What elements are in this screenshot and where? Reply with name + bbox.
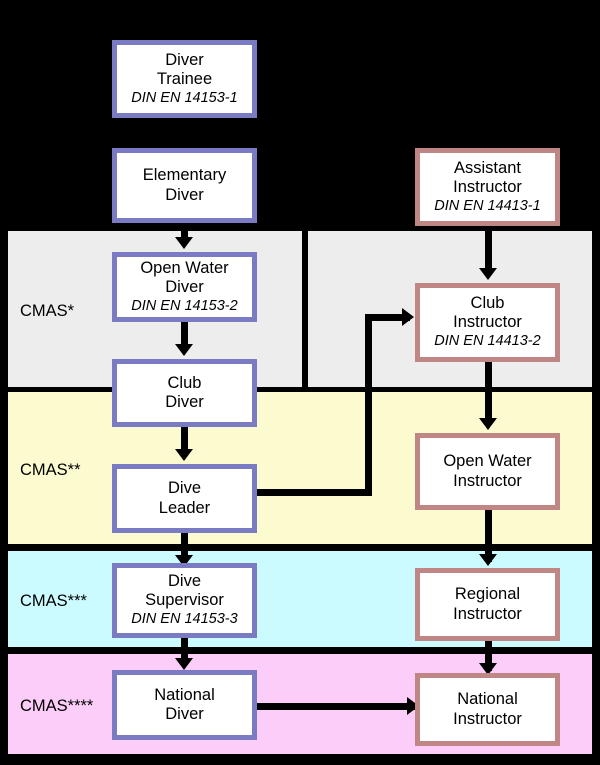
edge-diveleader-to-clubinstructor-arrow: [402, 308, 414, 326]
band-label-cmas2: CMAS**: [20, 461, 81, 479]
node-national-diver-title: National Diver: [154, 685, 215, 723]
node-dive-supervisor-norm: DIN EN 14153-3: [131, 611, 238, 628]
edge-clubinstructor-to-owinstructor-arrow: [479, 418, 497, 430]
edge-diveleader-to-clubinstructor-v: [365, 314, 372, 496]
edge-openwater-to-club-arrow: [175, 344, 193, 356]
band-divider-vertical-gray: [302, 231, 308, 387]
node-elementary-diver-title: Elementary Diver: [142, 166, 227, 204]
edge-clubinstructor-to-owinstructor-line: [485, 362, 492, 424]
edge-club-to-diveleader-arrow: [175, 449, 193, 461]
band-label-cmas1: CMAS*: [20, 302, 75, 320]
edge-assistant-to-clubinstructor-arrow: [479, 268, 497, 280]
node-open-water-diver[interactable]: Open Water Diver DIN EN 14153-2: [112, 252, 257, 322]
node-regional-instructor[interactable]: Regional Instructor: [415, 568, 560, 641]
node-diver-trainee-title: Diver Trainee: [156, 50, 213, 88]
edge-assistant-to-clubinstructor-line: [485, 226, 492, 274]
node-club-diver[interactable]: Club Diver: [112, 359, 257, 427]
edge-diveleader-to-clubinstructor-h1: [255, 489, 372, 496]
node-club-instructor-title: Club Instructor: [453, 294, 522, 332]
edge-owinstructor-to-regional-arrow: [479, 554, 497, 566]
node-dive-leader-title: Dive Leader: [158, 479, 211, 517]
node-assistant-instructor[interactable]: Assistant Instructor DIN EN 14413-1: [415, 148, 560, 226]
node-dive-supervisor[interactable]: Dive Supervisor DIN EN 14153-3: [112, 563, 257, 638]
node-diver-trainee-norm: DIN EN 14153-1: [131, 89, 238, 106]
node-open-water-instructor[interactable]: Open Water Instructor: [415, 433, 560, 510]
certification-chart: CMAS* CMAS** CMAS*** CMAS**** Diver Trai…: [0, 0, 600, 765]
node-assistant-instructor-norm: DIN EN 14413-1: [434, 197, 541, 214]
band-label-cmas3: CMAS***: [20, 592, 87, 610]
node-assistant-instructor-title: Assistant Instructor: [453, 158, 522, 196]
node-national-instructor[interactable]: National Instructor: [415, 673, 560, 746]
node-open-water-diver-title: Open Water Diver: [140, 258, 229, 296]
node-elementary-diver[interactable]: Elementary Diver: [112, 148, 257, 223]
node-diver-trainee[interactable]: Diver Trainee DIN EN 14153-1: [112, 40, 257, 118]
node-dive-leader[interactable]: Dive Leader: [112, 464, 257, 533]
node-open-water-instructor-title: Open Water Instructor: [443, 452, 532, 490]
node-dive-supervisor-title: Dive Supervisor: [145, 572, 224, 610]
edge-elementary-to-openwater-arrow: [175, 237, 193, 249]
node-national-instructor-title: National Instructor: [453, 690, 522, 728]
node-club-diver-title: Club Diver: [165, 373, 204, 411]
node-club-instructor-norm: DIN EN 14413-2: [434, 333, 541, 350]
edge-nationaldiver-to-nationalinstructor-line: [255, 703, 415, 710]
node-open-water-diver-norm: DIN EN 14153-2: [131, 297, 238, 314]
node-national-diver[interactable]: National Diver: [112, 670, 257, 740]
edge-supervisor-to-national-arrow: [175, 658, 193, 670]
node-club-instructor[interactable]: Club Instructor DIN EN 14413-2: [415, 283, 560, 362]
node-regional-instructor-title: Regional Instructor: [453, 585, 522, 623]
band-label-cmas4: CMAS****: [20, 697, 94, 715]
